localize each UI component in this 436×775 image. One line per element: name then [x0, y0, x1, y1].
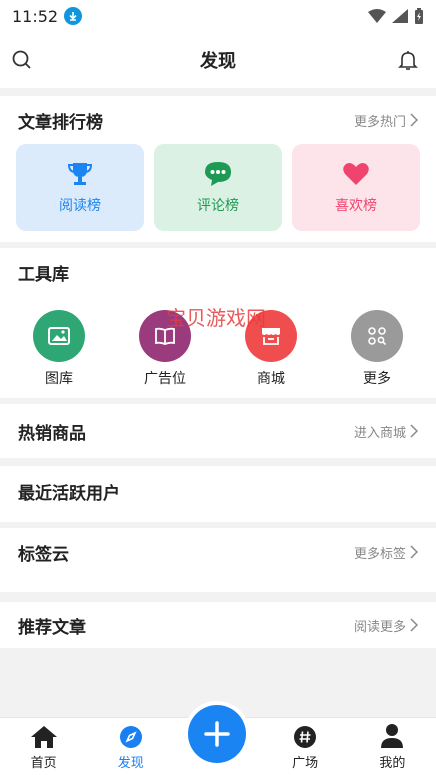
create-post-button[interactable]: [188, 705, 246, 763]
nav-home-label: 首页: [30, 756, 57, 771]
tool-gallery[interactable]: 图库: [6, 310, 112, 388]
tool-more[interactable]: 更多: [324, 310, 430, 388]
nav-square-label: 广场: [292, 756, 319, 771]
nav-square[interactable]: 广场: [262, 718, 349, 775]
plus-icon: [204, 721, 230, 747]
chevron-right-icon: [410, 113, 418, 127]
hot-goods-more-label: 进入商城: [353, 425, 406, 441]
rank-tile-like-label: 喜欢榜: [335, 197, 377, 214]
home-icon: [30, 726, 57, 748]
nav-discover[interactable]: 发现: [87, 718, 174, 775]
trophy-icon: [67, 162, 93, 185]
recommend-more-link[interactable]: 阅读更多: [354, 616, 418, 635]
user-icon: [381, 724, 404, 748]
rank-tile-comment[interactable]: 评论榜: [154, 144, 282, 231]
image-icon: [33, 310, 85, 362]
tags-more-label: 更多标签: [353, 546, 406, 562]
tool-more-label: 更多: [363, 371, 391, 387]
page-title: 发现: [200, 51, 236, 72]
rank-tile-comment-label: 评论榜: [197, 197, 239, 214]
nav-home[interactable]: 首页: [0, 718, 87, 775]
rank-tile-read[interactable]: 阅读榜: [16, 144, 144, 231]
recommend-section: 推荐文章 阅读更多: [0, 602, 436, 648]
heart-icon: [343, 162, 369, 185]
signal-icon: [392, 9, 408, 23]
tags-title: 标签云: [18, 544, 69, 565]
hot-goods-more-link[interactable]: 进入商城: [354, 422, 418, 441]
download-icon: [64, 7, 83, 25]
compass-icon: [119, 726, 142, 748]
tool-ad-slot-label: 广告位: [144, 371, 186, 387]
tool-gallery-label: 图库: [45, 371, 73, 387]
active-users-title: 最近活跃用户: [18, 483, 120, 504]
tags-more-link[interactable]: 更多标签: [354, 543, 418, 562]
ranking-section: 文章排行榜 更多热门 阅读榜 评论榜 喜欢榜: [0, 96, 436, 242]
chevron-right-icon: [410, 424, 418, 438]
nav-mine-label: 我的: [379, 756, 406, 771]
ranking-more-label: 更多热门: [353, 114, 406, 130]
recommend-more-label: 阅读更多: [353, 619, 406, 635]
active-users-section: 最近活跃用户: [0, 466, 436, 522]
status-bar: 11:52: [0, 0, 436, 32]
tool-store-label: 商城: [257, 371, 285, 387]
recommend-title: 推荐文章: [18, 617, 86, 638]
battery-icon: [415, 8, 423, 24]
rank-tile-read-label: 阅读榜: [59, 197, 101, 214]
status-time: 11:52: [12, 6, 59, 26]
watermark: 宝贝游戏网: [166, 306, 266, 330]
tags-section: 标签云 更多标签: [0, 528, 436, 592]
wifi-icon: [368, 9, 386, 23]
grid-search-icon: [351, 310, 403, 362]
chevron-right-icon: [410, 618, 418, 632]
nav-mine[interactable]: 我的: [349, 718, 436, 775]
hot-goods-section: 热销商品 进入商城: [0, 404, 436, 458]
tools-title: 工具库: [18, 264, 69, 285]
ranking-title: 文章排行榜: [18, 112, 103, 133]
ranking-more-link[interactable]: 更多热门: [354, 111, 418, 130]
search-icon[interactable]: [10, 48, 34, 72]
hot-goods-title: 热销商品: [18, 423, 86, 444]
nav-discover-label: 发现: [117, 756, 144, 771]
bell-icon[interactable]: [396, 48, 420, 72]
top-bar: 发现: [0, 32, 436, 88]
chat-icon: [205, 161, 231, 186]
rank-tile-like[interactable]: 喜欢榜: [292, 144, 420, 231]
chevron-right-icon: [410, 545, 418, 559]
hashtag-icon: [294, 726, 317, 748]
